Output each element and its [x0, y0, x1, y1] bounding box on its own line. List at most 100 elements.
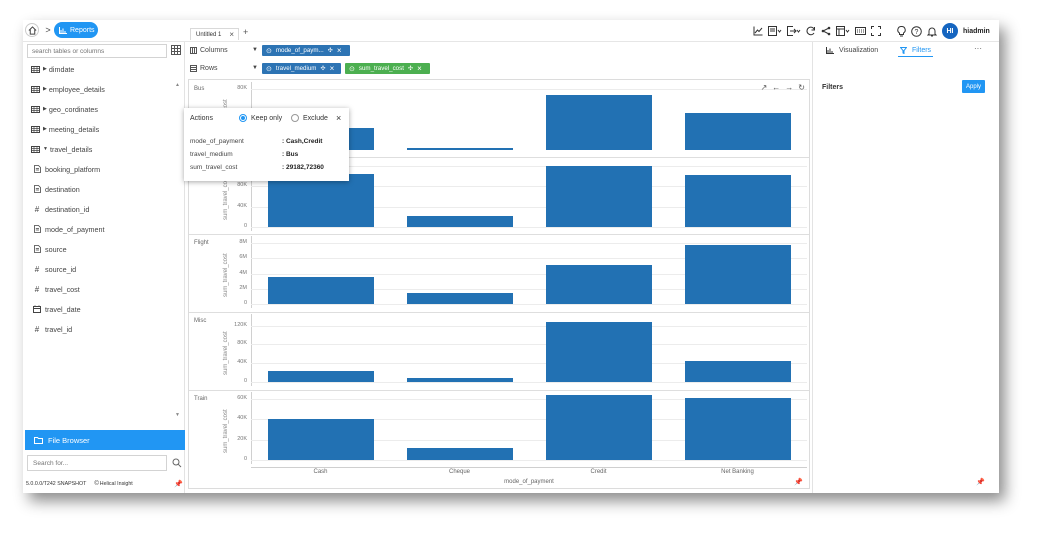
bar-train-cash[interactable]: [267, 419, 374, 460]
move-icon[interactable]: ✣: [328, 47, 333, 54]
caret-icon[interactable]: ▼: [43, 146, 48, 152]
add-tab-icon[interactable]: +: [243, 27, 248, 37]
caret-icon[interactable]: ▶: [43, 126, 47, 132]
y-tick-label: 2M: [239, 284, 247, 291]
layout-icon[interactable]: [836, 26, 850, 36]
arrow-right-icon[interactable]: →: [785, 83, 793, 92]
report-canvas: Columns ▼ ⊙ mode_of_paym... ✣ × Rows ▼ ⊙…: [184, 42, 812, 493]
bar-cab-credit[interactable]: [545, 166, 652, 227]
column-item[interactable]: destination: [32, 179, 182, 199]
home-icon[interactable]: [25, 23, 39, 37]
search-input[interactable]: [27, 44, 167, 58]
keep-only-radio[interactable]: [239, 114, 247, 122]
column-item[interactable]: mode_of_payment: [32, 219, 182, 239]
tab-filters[interactable]: Filters: [898, 44, 934, 57]
file-search-input[interactable]: [27, 455, 167, 471]
fullscreen-icon[interactable]: [871, 26, 881, 36]
bar-bus-cheque[interactable]: [406, 148, 513, 150]
more-icon[interactable]: ···: [974, 44, 982, 53]
caret-icon[interactable]: ▶: [43, 86, 47, 92]
bar-bus-credit[interactable]: [545, 94, 652, 150]
share-icon[interactable]: [821, 26, 831, 36]
bar-train-credit[interactable]: [545, 394, 652, 460]
remove-icon[interactable]: ×: [330, 64, 335, 73]
y-axis: [251, 392, 252, 464]
close-icon[interactable]: ×: [229, 30, 234, 39]
bar-misc-cheque[interactable]: [406, 377, 513, 382]
remove-icon[interactable]: ×: [417, 64, 422, 73]
keyboard-icon[interactable]: [855, 26, 866, 36]
column-item[interactable]: # travel_cost: [32, 279, 182, 299]
arrow-left-icon[interactable]: ←: [772, 83, 780, 92]
tab-reports[interactable]: Reports: [54, 22, 98, 38]
row-pill-sum-travel-cost[interactable]: ⊙ sum_travel_cost ✣ ×: [345, 63, 430, 74]
move-icon[interactable]: ✣: [408, 65, 413, 72]
column-item[interactable]: # source_id: [32, 259, 182, 279]
bar-cab-net-banking[interactable]: [684, 175, 791, 227]
table-item[interactable]: ▶ geo_cordinates: [30, 99, 180, 119]
popup-title: Actions: [190, 115, 213, 122]
username[interactable]: hiadmin: [963, 28, 990, 35]
table-item[interactable]: ▶ meeting_details: [30, 119, 180, 139]
reset-icon[interactable]: ↻: [798, 83, 805, 92]
table-item[interactable]: ▶ dimdate: [30, 59, 180, 79]
bar-flight-cash[interactable]: [267, 277, 374, 304]
column-item[interactable]: booking_platform: [32, 159, 182, 179]
y-axis: [251, 236, 252, 308]
pin-icon[interactable]: 📌: [976, 478, 985, 486]
rows-shelf[interactable]: Rows ▼: [190, 62, 258, 74]
bar-cab-cheque[interactable]: [406, 216, 513, 227]
caret-icon[interactable]: ▶: [43, 66, 47, 72]
column-pill[interactable]: ⊙ mode_of_paym... ✣ ×: [262, 45, 350, 56]
doc-tab[interactable]: Untitled 1 ×: [190, 28, 239, 40]
bar-train-cheque[interactable]: [406, 447, 513, 460]
avatar[interactable]: HI: [942, 23, 958, 39]
text-icon: [32, 225, 42, 233]
apply-button[interactable]: Apply: [962, 80, 985, 93]
line-chart-icon[interactable]: [753, 26, 763, 36]
exclude-label[interactable]: Exclude: [303, 115, 328, 122]
grid-view-icon[interactable]: [171, 45, 181, 55]
column-item[interactable]: travel_date: [32, 299, 182, 319]
bar-cab-cash[interactable]: [267, 174, 374, 227]
bar-bus-net-banking[interactable]: [684, 113, 791, 150]
bar-misc-cash[interactable]: [267, 370, 374, 382]
trend-icon[interactable]: ↗: [761, 83, 768, 92]
search-icon[interactable]: [172, 458, 182, 468]
remove-icon[interactable]: ×: [337, 46, 342, 55]
file-browser-button[interactable]: File Browser: [25, 430, 185, 450]
close-icon[interactable]: ×: [336, 113, 341, 123]
bar-misc-credit[interactable]: [545, 321, 652, 382]
pin-icon[interactable]: 📌: [794, 478, 803, 486]
scrollbar[interactable]: ▲ ▼: [175, 82, 181, 418]
pin-icon[interactable]: 📌: [174, 480, 183, 488]
rows-icon: [190, 64, 197, 72]
row-pill-travel-medium[interactable]: ⊙ travel_medium ✣ ×: [262, 63, 341, 74]
column-item[interactable]: source: [32, 239, 182, 259]
move-icon[interactable]: ✣: [320, 65, 325, 72]
export-icon[interactable]: [787, 26, 801, 36]
help-icon[interactable]: ?: [911, 25, 922, 37]
refresh-icon[interactable]: [806, 26, 816, 36]
caret-down-icon[interactable]: ▼: [252, 65, 258, 71]
caret-down-icon[interactable]: ▼: [252, 47, 258, 53]
table-item[interactable]: ▼ travel_details: [30, 139, 180, 159]
bar-flight-net-banking[interactable]: [684, 245, 791, 304]
toolbar: ? HI hiadmin: [753, 23, 990, 39]
bar-flight-credit[interactable]: [545, 265, 652, 304]
bar-train-net-banking[interactable]: [684, 397, 791, 460]
caret-icon[interactable]: ▶: [43, 106, 47, 112]
x-axis-title: mode_of_payment: [504, 479, 554, 485]
table-item[interactable]: ▶ employee_details: [30, 79, 180, 99]
bar-flight-cheque[interactable]: [406, 292, 513, 304]
keep-only-label[interactable]: Keep only: [251, 115, 282, 122]
columns-shelf[interactable]: Columns ▼: [190, 44, 258, 56]
column-item[interactable]: # destination_id: [32, 199, 182, 219]
tab-visualization[interactable]: Visualization: [826, 44, 878, 56]
save-icon[interactable]: [768, 26, 782, 36]
column-item[interactable]: # travel_id: [32, 319, 182, 339]
bell-icon[interactable]: [927, 26, 937, 37]
lightbulb-icon[interactable]: [897, 25, 906, 37]
exclude-radio[interactable]: [291, 114, 299, 122]
bar-misc-net-banking[interactable]: [684, 360, 791, 382]
